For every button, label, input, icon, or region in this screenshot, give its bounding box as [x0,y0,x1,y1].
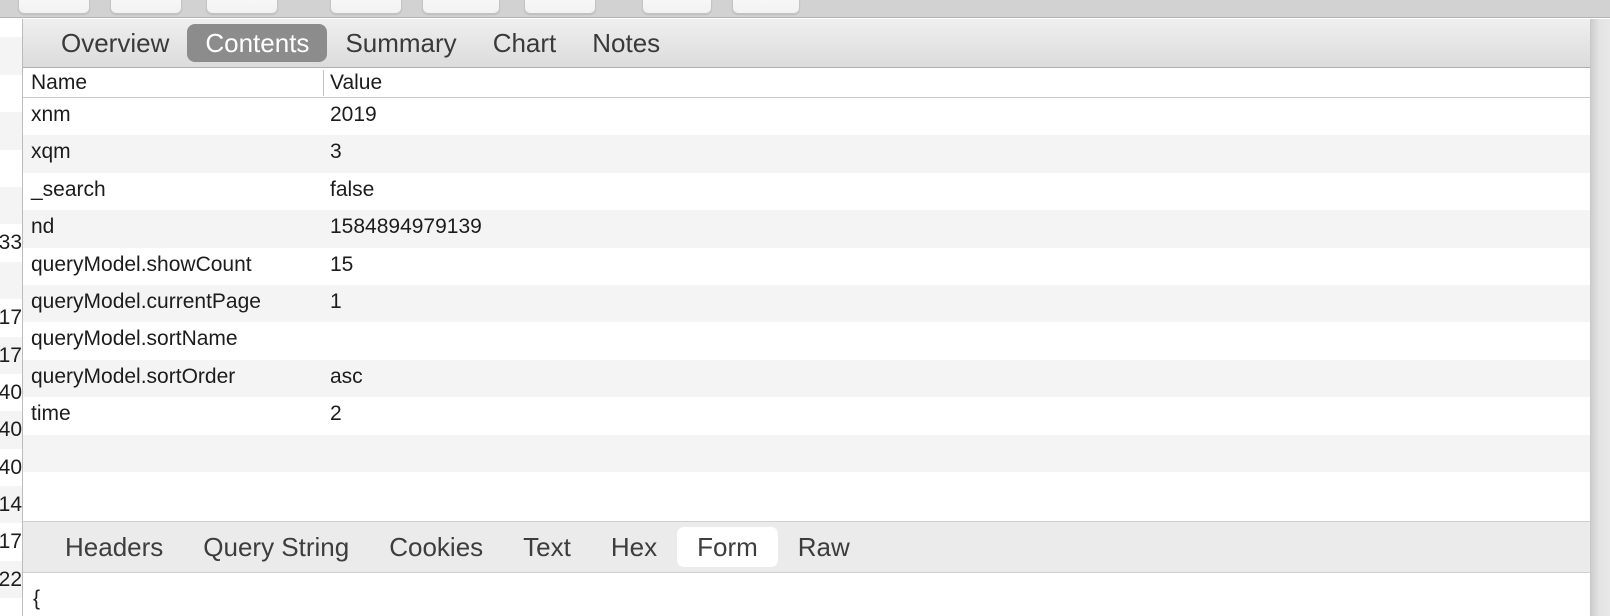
table-row[interactable]: queryModel.showCount 15 [23,247,1610,285]
table-row[interactable]: queryModel.currentPage 1 [23,284,1610,323]
cell-value: asc [330,364,363,388]
tab-query-string[interactable]: Query String [183,527,369,568]
background-list-item-label: 40 [0,418,22,442]
cell-name: queryModel.sortOrder [31,364,236,388]
background-list-item[interactable]: 14 [0,486,22,524]
tab-form[interactable]: Form [677,526,778,568]
background-list-item-label: 40 [0,455,22,479]
cell-value: false [330,177,375,201]
cell-name: _search [31,177,106,201]
cell-value: 1 [330,289,342,313]
background-list-item[interactable] [0,261,22,300]
tab-contents[interactable]: Contents [187,23,328,63]
background-list-item-label: 33 [0,231,22,255]
background-list-item[interactable] [0,75,22,112]
table-row[interactable]: nd 1584894979139 [23,210,1610,248]
table-row[interactable]: xnm 2019 [23,98,1610,136]
toolbar-button-4[interactable] [330,0,402,14]
tab-notes[interactable]: Notes [574,24,678,63]
column-header-name[interactable]: Name [31,71,87,95]
tab-hex[interactable]: Hex [591,527,677,568]
content-format-tab-bar: Headers Query String Cookies Text Hex Form Raw [23,521,1610,573]
toolbar-button-1[interactable] [18,0,90,14]
column-divider[interactable] [323,70,324,96]
detail-tab-bar: Overview Contents Summary Chart Notes [23,19,1610,68]
background-list-item-label: 40 [0,380,22,404]
background-list-item[interactable] [0,150,22,187]
background-list-item[interactable] [0,186,22,225]
cell-name: time [31,402,71,426]
tab-chart[interactable]: Chart [475,24,575,63]
background-list-item-label: 217 [0,530,22,554]
background-list-item[interactable]: 22 [0,560,22,599]
table-row[interactable] [23,471,1610,510]
cell-value: 3 [330,140,342,164]
background-list-item[interactable]: 017 [0,336,22,374]
background-list-item[interactable]: 33 [0,224,22,261]
table-row[interactable] [23,434,1610,472]
vertical-scrollbar[interactable] [1599,68,1610,98]
background-list-item-label: 017 [0,343,22,367]
contents-table: Name Value xnm 2019 xqm 3 _search false nd 1584… [23,68,1610,520]
table-row[interactable]: queryModel.sortOrder asc [23,359,1610,398]
background-list-item[interactable] [0,112,22,150]
cell-name: nd [31,215,55,239]
background-list-item[interactable]: 17 [0,299,22,336]
body-preview[interactable]: { [23,573,1610,616]
background-list-item-label: 22 [0,567,22,591]
cell-value: 1584894979139 [330,215,482,239]
cell-name: xnm [31,103,71,126]
toolbar-button-5[interactable] [422,0,500,14]
cell-name: queryModel.showCount [31,252,252,276]
background-request-list[interactable]: 33 17 017 40 40 40 14 217 22 [0,0,22,616]
detail-inspector-window: 33 17 017 40 40 40 14 217 22 OverviewContentsSum… [0,0,1610,616]
tab-summary[interactable]: Summary [327,24,474,63]
table-row[interactable]: xqm 3 [23,135,1610,173]
table-row[interactable]: _search false [23,172,1610,211]
table-column-header: Name Value [23,68,1610,98]
tab-headers[interactable]: Headers [45,527,183,568]
background-list-item[interactable]: 217 [0,523,22,560]
background-list-item[interactable]: 40 [0,374,22,411]
tab-text[interactable]: Text [503,527,591,568]
toolbar-button-8[interactable] [732,0,800,14]
column-header-value[interactable]: Value [330,71,382,95]
cell-name: queryModel.sortName [31,327,238,351]
table-row[interactable]: queryModel.sortName [23,322,1610,360]
background-list-item[interactable]: 40 [0,449,22,486]
cell-value: 15 [330,252,354,276]
toolbar-button-3[interactable] [206,0,278,14]
window-toolbar [0,0,1610,18]
cell-name: xqm [31,140,71,164]
tab-overview[interactable]: Overview [43,24,187,63]
panel-right-border [1590,19,1591,616]
toolbar-button-7[interactable] [642,0,712,14]
table-row[interactable]: time 2 [23,397,1610,435]
background-list-item[interactable] [0,37,22,75]
cell-value: 2019 [330,103,377,126]
tab-raw[interactable]: Raw [778,527,870,568]
background-list-item-label: 14 [0,493,22,517]
background-list-item[interactable]: 40 [0,411,22,449]
tab-cookies[interactable]: Cookies [369,527,503,568]
detail-panel: Overview Contents Summary Chart Notes Name V… [22,19,1610,616]
cell-value: 2 [330,402,342,426]
cell-name: queryModel.currentPage [31,289,261,313]
background-list-item-label: 17 [0,306,22,330]
toolbar-button-6[interactable] [524,0,596,14]
table-body: xnm 2019 xqm 3 _search false nd 1584894979139 qu… [23,98,1610,510]
toolbar-button-2[interactable] [110,0,182,14]
